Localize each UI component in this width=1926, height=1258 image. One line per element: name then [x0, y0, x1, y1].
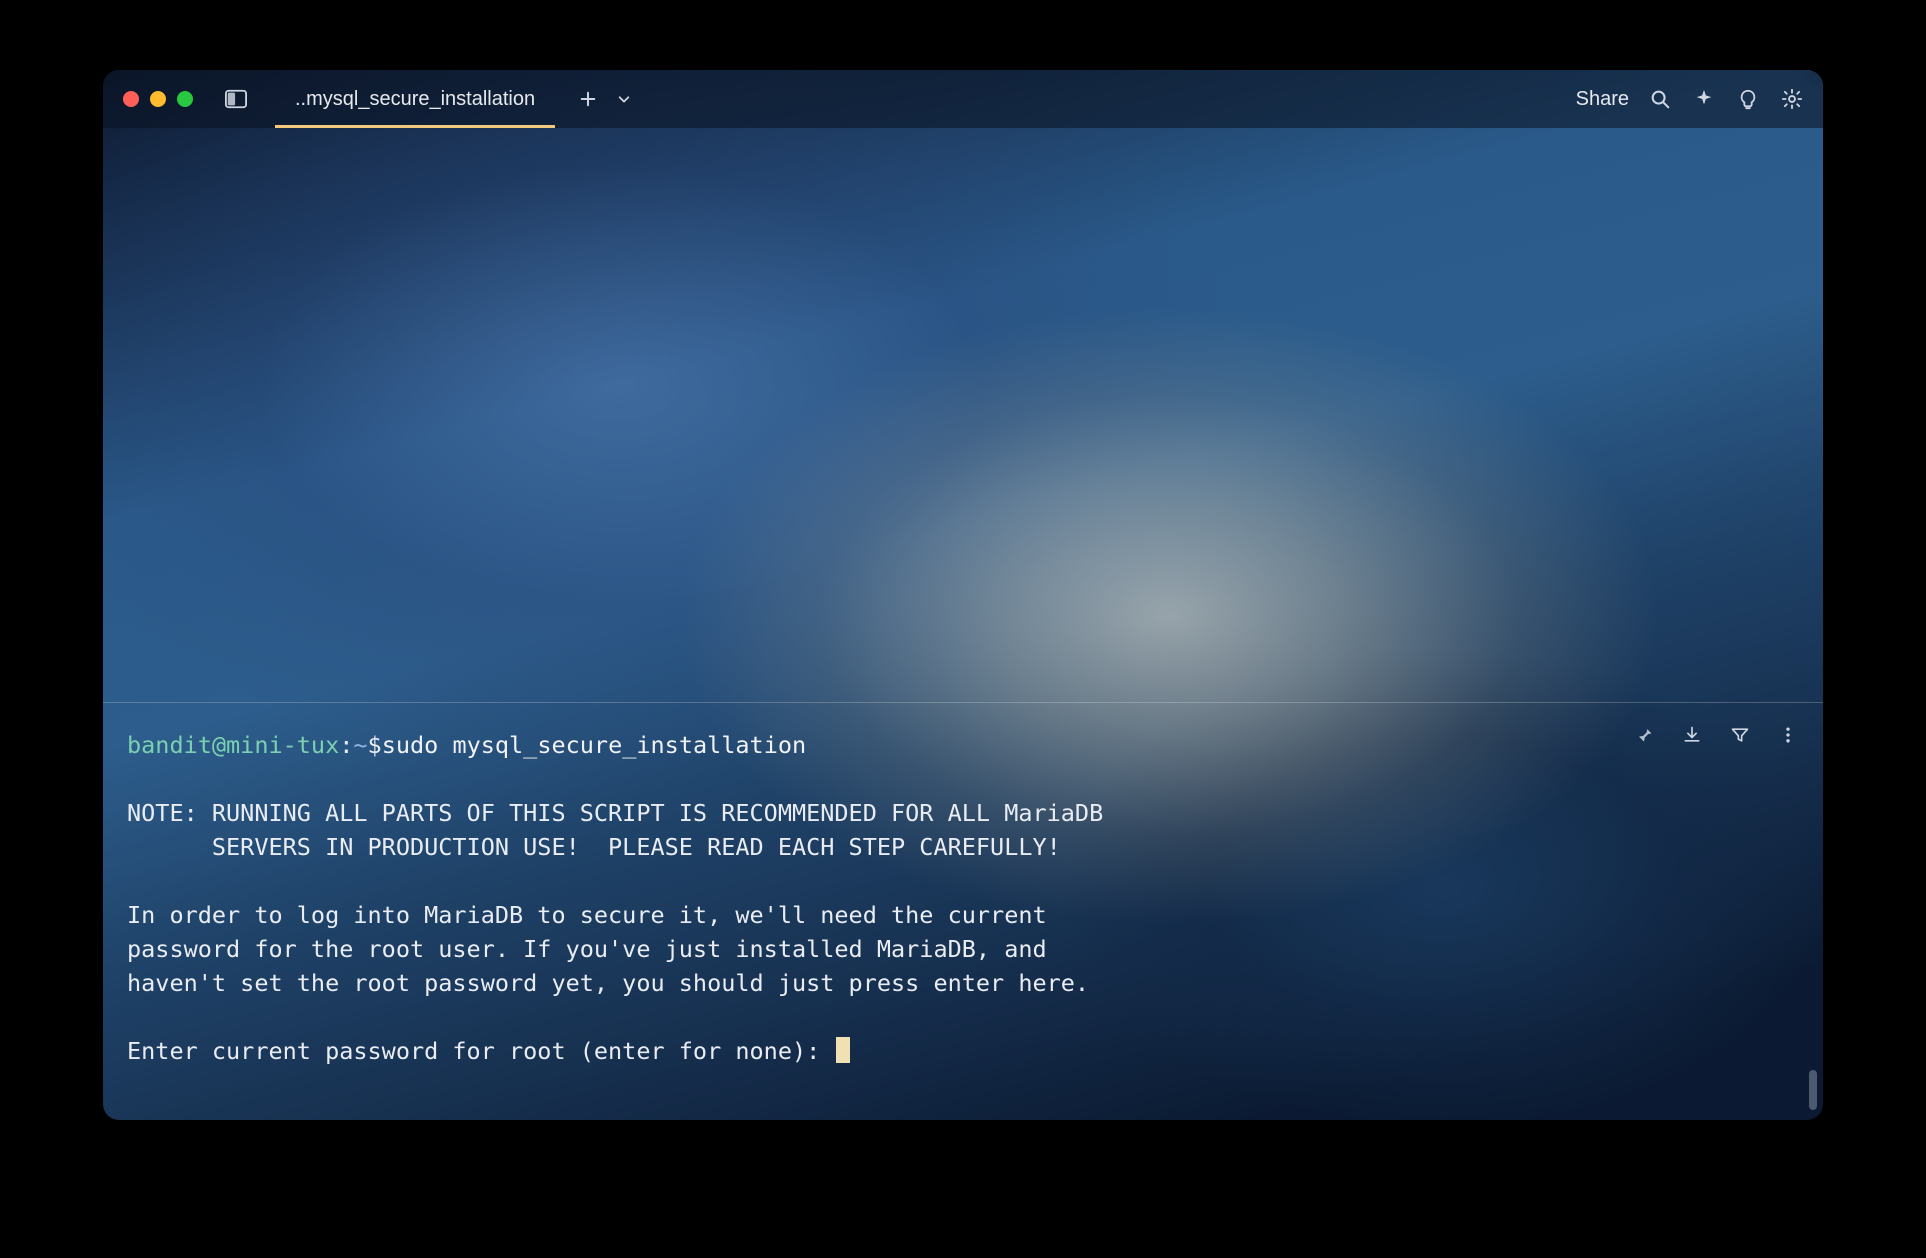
output-prompt-line: Enter current password for root (enter f…	[127, 1037, 834, 1065]
block-divider	[103, 702, 1823, 703]
window-controls	[123, 91, 193, 107]
close-window-button[interactable]	[123, 91, 139, 107]
maximize-window-button[interactable]	[177, 91, 193, 107]
tab-actions	[577, 88, 635, 110]
output-line: SERVERS IN PRODUCTION USE! PLEASE READ E…	[127, 833, 1061, 861]
titlebar: ..mysql_secure_installation Share	[103, 70, 1823, 128]
gear-icon[interactable]	[1781, 88, 1803, 110]
terminal-cursor	[836, 1037, 850, 1063]
command-output: NOTE: RUNNING ALL PARTS OF THIS SCRIPT I…	[127, 796, 1799, 1068]
new-tab-button[interactable]	[577, 88, 599, 110]
command-block: bandit@mini-tux:~$ sudo mysql_secure_ins…	[103, 728, 1823, 1068]
prompt-line: bandit@mini-tux:~$ sudo mysql_secure_ins…	[127, 728, 1799, 762]
terminal-body[interactable]: bandit@mini-tux:~$ sudo mysql_secure_ins…	[103, 128, 1823, 1120]
tab-label: ..mysql_secure_installation	[295, 88, 535, 111]
scrollbar-thumb[interactable]	[1809, 1070, 1817, 1110]
search-icon[interactable]	[1649, 88, 1671, 110]
prompt-user-host: bandit@mini-tux	[127, 728, 339, 762]
share-button[interactable]: Share	[1576, 88, 1629, 111]
minimize-window-button[interactable]	[150, 91, 166, 107]
lightbulb-icon[interactable]	[1737, 88, 1759, 110]
tab-active[interactable]: ..mysql_secure_installation	[275, 70, 555, 128]
output-line: haven't set the root password yet, you s…	[127, 969, 1089, 997]
prompt-path: ~	[353, 728, 367, 762]
split-pane-icon[interactable]	[225, 88, 247, 110]
output-line: NOTE: RUNNING ALL PARTS OF THIS SCRIPT I…	[127, 799, 1103, 827]
prompt-command: sudo mysql_secure_installation	[382, 728, 806, 762]
sparkle-icon[interactable]	[1693, 88, 1715, 110]
titlebar-right-icons	[1649, 88, 1803, 110]
prompt-separator: :	[339, 728, 353, 762]
tab-dropdown-button[interactable]	[613, 88, 635, 110]
prompt-dollar: $	[368, 728, 382, 762]
output-line: In order to log into MariaDB to secure i…	[127, 901, 1047, 929]
terminal-window: ..mysql_secure_installation Share	[103, 70, 1823, 1120]
output-line: password for the root user. If you've ju…	[127, 935, 1047, 963]
